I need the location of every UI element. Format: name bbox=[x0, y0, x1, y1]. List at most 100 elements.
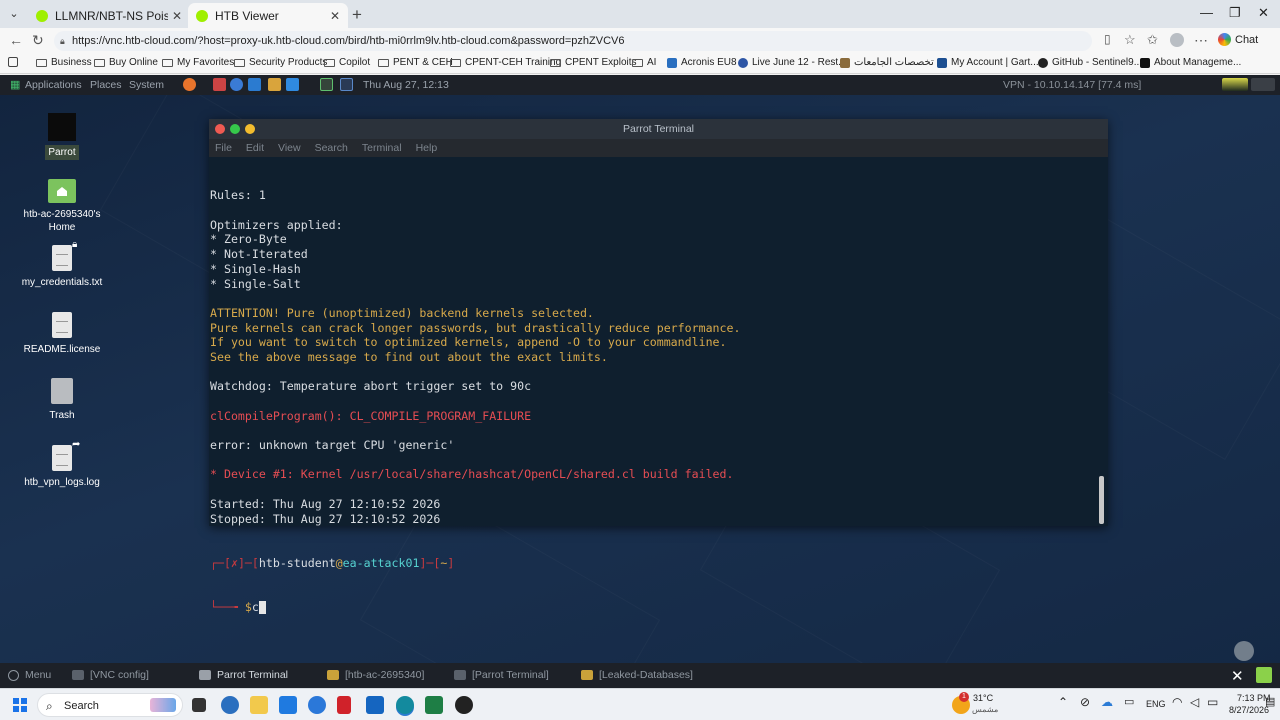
bookmark-buy-online[interactable]: Buy Online bbox=[94, 57, 158, 68]
bookmarks-menu-icon[interactable] bbox=[8, 57, 18, 67]
close-vnc-icon[interactable]: ✕ bbox=[1231, 667, 1244, 685]
browser-tab-llmnr[interactable]: LLMNR/NBT-NS Poisoning - from ✕ bbox=[28, 3, 190, 28]
workspace-switcher-icon[interactable] bbox=[1256, 667, 1272, 683]
copilot-chat-button[interactable]: Chat bbox=[1218, 33, 1258, 46]
browser-tab-htb-viewer[interactable]: HTB Viewer ✕ bbox=[188, 3, 348, 28]
file-explorer-icon[interactable] bbox=[250, 696, 268, 714]
outlook-icon[interactable] bbox=[366, 696, 384, 714]
bookmark-acronis[interactable]: Acronis EU8 bbox=[667, 57, 737, 68]
new-tab-button[interactable]: + bbox=[352, 5, 362, 25]
window-icon[interactable] bbox=[340, 78, 353, 91]
bookmark-cpent-exploits[interactable]: CPENT Exploits bbox=[550, 57, 637, 68]
close-tab-icon[interactable]: ✕ bbox=[330, 9, 340, 23]
bookmark-arabic[interactable]: تخصصات الجامعات bbox=[840, 57, 934, 68]
desktop-icon-trash[interactable]: Trash bbox=[12, 378, 112, 423]
profile-avatar-icon[interactable] bbox=[1170, 33, 1184, 47]
site-info-icon[interactable]: 🔒︎ bbox=[60, 31, 65, 51]
windows-start-icon[interactable] bbox=[13, 698, 27, 712]
netflix-icon[interactable] bbox=[337, 696, 351, 714]
input-language[interactable]: ENG bbox=[1146, 699, 1166, 709]
onedrive-icon[interactable]: ☁ bbox=[1101, 695, 1113, 709]
desktop-icon-vpn-logs[interactable]: ➦ htb_vpn_logs.log bbox=[12, 439, 112, 490]
favorites-bar-icon[interactable]: ✩ bbox=[1147, 32, 1158, 48]
vscode-icon[interactable] bbox=[248, 78, 261, 91]
favorite-star-icon[interactable]: ☆ bbox=[1124, 32, 1136, 48]
command-input[interactable]: c bbox=[252, 600, 259, 614]
wifi-icon[interactable]: ◠ bbox=[1172, 695, 1182, 709]
notifications-icon[interactable]: ▤ bbox=[1265, 695, 1275, 708]
bookmark-my-favorites[interactable]: My Favorites bbox=[162, 57, 234, 68]
restore-window-icon[interactable]: ❐ bbox=[1229, 5, 1241, 21]
taskbar-item-vnc-config[interactable]: [VNC config] bbox=[72, 669, 149, 681]
menu-view[interactable]: View bbox=[278, 142, 301, 154]
menu-file[interactable]: File bbox=[215, 142, 232, 154]
menu-edit[interactable]: Edit bbox=[246, 142, 264, 154]
bookmark-live-june[interactable]: Live June 12 - Rest... bbox=[738, 57, 847, 68]
bookmark-ai[interactable]: AI bbox=[632, 57, 656, 68]
edge-icon[interactable] bbox=[308, 696, 326, 714]
weather-description: مشمس bbox=[972, 705, 999, 714]
back-arrow-icon[interactable]: ← bbox=[9, 32, 23, 48]
reload-icon[interactable]: ↻ bbox=[32, 32, 44, 49]
taskbar-date[interactable]: 8/27/2026 bbox=[1229, 705, 1269, 715]
minimize-window-icon[interactable]: — bbox=[1200, 5, 1213, 20]
edge-active-icon[interactable] bbox=[396, 696, 414, 714]
battery-icon[interactable]: ▭ bbox=[1207, 695, 1218, 709]
task-view-icon[interactable] bbox=[192, 698, 206, 712]
bookmark-business[interactable]: Business bbox=[36, 57, 92, 68]
terminal-line: * Zero-Byte bbox=[210, 232, 287, 247]
prompt-line-2[interactable]: └──╼ $c bbox=[210, 600, 1090, 615]
copilot-app-icon[interactable] bbox=[221, 696, 239, 714]
terminal-titlebar[interactable]: Parrot Terminal bbox=[209, 119, 1108, 139]
terminal-output[interactable]: Rules: 1 Optimizers applied: * Zero-Byte * … bbox=[210, 159, 1090, 614]
burpsuite-icon[interactable] bbox=[268, 78, 281, 91]
menu-help[interactable]: Help bbox=[416, 142, 438, 154]
app-icon[interactable] bbox=[286, 78, 299, 91]
tray-app-icon[interactable]: ⊘ bbox=[1080, 695, 1090, 709]
excel-icon[interactable] bbox=[425, 696, 443, 714]
bookmark-about[interactable]: About Manageme... bbox=[1140, 57, 1241, 68]
store-icon[interactable] bbox=[279, 696, 297, 714]
bookmark-security-products[interactable]: Security Products bbox=[234, 57, 327, 68]
terminal-line: Optimizers applied: bbox=[210, 217, 343, 232]
browser-icon[interactable] bbox=[230, 78, 243, 91]
close-tab-icon[interactable]: ✕ bbox=[172, 9, 182, 23]
desktop-icon-parrot[interactable]: Parrot bbox=[12, 113, 112, 160]
applications-menu[interactable]: Applications bbox=[25, 79, 82, 91]
taskbar-item-parrot-terminal-2[interactable]: [Parrot Terminal] bbox=[454, 669, 549, 681]
terminal-line: Started: Thu Aug 27 12:10:52 2026 bbox=[210, 496, 441, 511]
terminal-scrollbar[interactable] bbox=[1099, 476, 1104, 524]
terminal-launcher-icon[interactable] bbox=[320, 78, 333, 91]
vnc-settings-icon[interactable] bbox=[1234, 641, 1254, 661]
desktop-icon-my-credentials[interactable]: 🔒︎ my_credentials.txt bbox=[12, 239, 112, 290]
bookmark-cpent-ceh-training[interactable]: CPENT-CEH Training bbox=[450, 57, 561, 68]
firefox-icon[interactable] bbox=[183, 78, 196, 91]
close-window-icon[interactable]: ✕ bbox=[1258, 5, 1269, 21]
bookmark-copilot[interactable]: Copilot bbox=[324, 57, 370, 68]
taskbar-item-parrot-terminal[interactable]: Parrot Terminal bbox=[199, 669, 288, 681]
desktop-icon-home[interactable]: htb-ac-2695340's Home bbox=[12, 179, 112, 235]
tray-storage-icon[interactable]: ▭ bbox=[1124, 695, 1134, 708]
more-options-icon[interactable]: ⋯ bbox=[1194, 32, 1208, 49]
taskbar-item-leaked-databases[interactable]: [Leaked-Databases] bbox=[581, 669, 693, 681]
taskbar-item-home-folder[interactable]: [htb-ac-2695340] bbox=[327, 669, 424, 681]
bookmark-pent-ceh[interactable]: PENT & CEH bbox=[378, 57, 453, 68]
applications-grid-icon[interactable]: ▦ bbox=[10, 78, 20, 91]
menu-terminal[interactable]: Terminal bbox=[362, 142, 402, 154]
show-hidden-icons-chevron-icon[interactable]: ⌃ bbox=[1058, 695, 1068, 709]
menu-button[interactable]: Menu bbox=[8, 669, 51, 681]
chrome-icon[interactable] bbox=[455, 696, 473, 714]
launcher-icon[interactable] bbox=[213, 78, 226, 91]
desktop-icon-readme[interactable]: README.license bbox=[12, 312, 112, 357]
system-menu[interactable]: System bbox=[129, 79, 164, 91]
volume-icon[interactable]: ◁ bbox=[1190, 695, 1199, 709]
reading-mode-icon[interactable]: ▯ bbox=[1104, 32, 1111, 46]
menu-search[interactable]: Search bbox=[315, 142, 348, 154]
url-input[interactable]: 🔒︎ https://vnc.htb-cloud.com/?host=proxy… bbox=[54, 31, 1092, 51]
bookmark-github[interactable]: GitHub - Sentinel9... bbox=[1038, 57, 1142, 68]
parrot-terminal-window[interactable]: Parrot Terminal File Edit View Search Te… bbox=[209, 119, 1108, 614]
places-menu[interactable]: Places bbox=[90, 79, 122, 91]
tab-list-chevron-icon[interactable]: ⌄ bbox=[6, 6, 22, 22]
bookmark-gartner[interactable]: My Account | Gart... bbox=[937, 57, 1039, 68]
